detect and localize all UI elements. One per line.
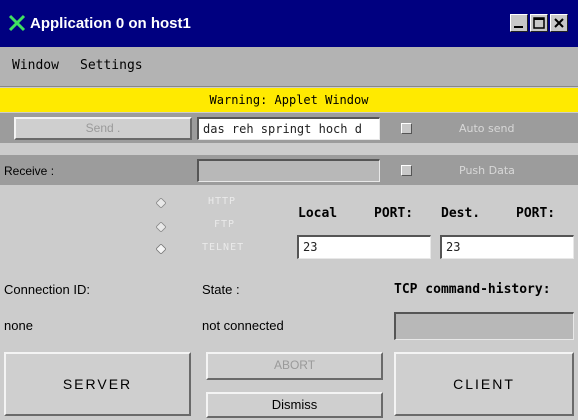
maximize-button[interactable]	[530, 14, 548, 32]
local-label: Local	[298, 206, 338, 221]
client-button[interactable]: CLIENT	[394, 352, 574, 416]
menu-window[interactable]: Window	[12, 58, 59, 73]
radio-diamond-icon	[155, 197, 167, 209]
minimize-icon	[514, 26, 523, 28]
receive-label: Receive :	[4, 164, 55, 178]
send-input[interactable]: das reh springt hoch d	[197, 117, 380, 140]
radio-http-label: HTTP	[208, 196, 237, 207]
push-data-checkbox[interactable]	[401, 165, 412, 176]
radio-telnet-label: TELNET	[202, 242, 245, 253]
title-bar[interactable]: Application 0 on host1	[0, 0, 578, 47]
close-button[interactable]	[550, 14, 568, 32]
radio-diamond-icon	[155, 221, 167, 233]
window-title: Application 0 on host1	[30, 15, 191, 32]
local-port-input[interactable]: 23	[297, 235, 431, 259]
connection-id-label: Connection ID:	[4, 282, 90, 297]
minimize-button[interactable]	[510, 14, 528, 32]
dest-label: Dest.	[441, 206, 481, 221]
applet-warning-banner: Warning: Applet Window	[0, 88, 578, 112]
state-label: State :	[202, 282, 240, 297]
auto-send-checkbox[interactable]	[401, 123, 412, 134]
x-logo-icon	[8, 14, 26, 32]
application-window: Application 0 on host1 Window Settings W…	[0, 0, 578, 420]
abort-button[interactable]: ABORT	[206, 352, 383, 380]
dismiss-button[interactable]: Dismiss	[206, 392, 383, 418]
menu-settings[interactable]: Settings	[80, 58, 143, 73]
dest-port-input[interactable]: 23	[440, 235, 574, 259]
radio-telnet[interactable]	[155, 241, 167, 255]
command-history-label: TCP command-history:	[394, 282, 551, 297]
menu-bar: Window Settings	[0, 47, 578, 87]
close-icon	[554, 18, 564, 28]
maximize-icon	[533, 17, 545, 29]
receive-input[interactable]	[197, 159, 380, 182]
radio-ftp-label: FTP	[214, 219, 236, 230]
send-button[interactable]: Send .	[14, 117, 192, 140]
connection-id-value: none	[4, 318, 33, 333]
state-value: not connected	[202, 318, 284, 333]
auto-send-label: Auto send	[459, 122, 515, 135]
push-data-label: Push Data	[459, 164, 515, 177]
radio-http[interactable]	[155, 195, 167, 209]
server-button[interactable]: SERVER	[4, 352, 191, 416]
local-port-label: PORT:	[374, 206, 414, 221]
radio-ftp[interactable]	[155, 219, 167, 233]
dest-port-label: PORT:	[516, 206, 556, 221]
radio-diamond-icon	[155, 243, 167, 255]
command-history-list[interactable]	[394, 312, 574, 340]
